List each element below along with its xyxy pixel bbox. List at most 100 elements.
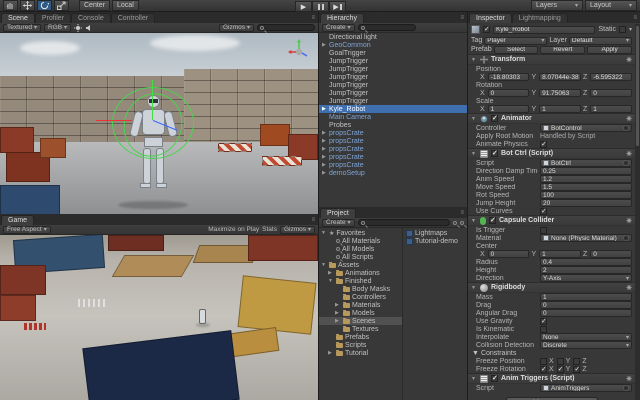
panel-menu-icon[interactable]: ≡: [311, 217, 315, 223]
project-create-dropdown[interactable]: Create ▾: [322, 219, 355, 227]
component-header-bot-ctrl-script-[interactable]: ▼✓Bot Ctrl (Script)✳: [468, 148, 635, 159]
project-file-item[interactable]: Lightmaps: [403, 229, 467, 237]
tab-lightmapping[interactable]: Lightmapping: [512, 13, 568, 23]
project-tree-item[interactable]: ▶Models: [319, 309, 402, 317]
tag-dropdown[interactable]: Player▾: [484, 37, 547, 45]
object-field[interactable]: BotCtrl: [540, 159, 632, 167]
expand-arrow-icon[interactable]: ▶: [322, 170, 328, 176]
value-field[interactable]: 1.5: [540, 183, 632, 191]
property-checkbox[interactable]: [540, 326, 547, 333]
project-tree-item[interactable]: Body Masks: [319, 285, 402, 293]
project-tree-item[interactable]: Prefabs: [319, 333, 402, 341]
gameobject-active-checkbox[interactable]: ✓: [483, 26, 490, 33]
freeze-z-checkbox[interactable]: [573, 358, 580, 365]
foldout-row[interactable]: ▼Constraints: [468, 349, 635, 357]
component-header-rigidbody[interactable]: ▼Rigidbody✳: [468, 282, 635, 293]
expand-arrow-icon[interactable]: ▶: [322, 154, 328, 160]
hierarchy-item[interactable]: ▶propsCrate: [319, 145, 467, 153]
project-tree-item[interactable]: ▼Finished: [319, 277, 402, 285]
scale-tool-button[interactable]: [54, 0, 69, 11]
project-search-input[interactable]: [358, 219, 450, 226]
layout-dropdown[interactable]: Layout ▾: [585, 0, 637, 11]
gear-icon[interactable]: ✳: [626, 115, 632, 123]
pivot-mode-button[interactable]: Center: [79, 0, 110, 11]
freeze-y-checkbox[interactable]: [557, 358, 564, 365]
play-button[interactable]: ▶: [295, 1, 312, 12]
axis-x-red[interactable]: [96, 120, 132, 121]
fold-arrow-icon[interactable]: ▼: [471, 218, 477, 224]
hierarchy-item[interactable]: Directional light: [319, 33, 467, 41]
property-checkbox[interactable]: [540, 227, 547, 234]
object-picker-icon[interactable]: [623, 160, 629, 166]
maximize-on-play-toggle[interactable]: Maximize on Play: [208, 226, 259, 233]
hierarchy-item[interactable]: Main Camera: [319, 113, 467, 121]
project-tree-item[interactable]: ▶Animations: [319, 269, 402, 277]
value-field[interactable]: 0: [540, 301, 632, 309]
center-x-field[interactable]: 0: [488, 250, 530, 258]
scene-audio-toggle-icon[interactable]: [85, 24, 93, 32]
hierarchy-item[interactable]: ▶demoSetup: [319, 169, 467, 177]
hierarchy-item[interactable]: JumpTrigger: [319, 65, 467, 73]
static-checkbox[interactable]: [619, 26, 626, 33]
position-y-field[interactable]: 8.07044e-38: [539, 73, 581, 81]
freeze-x-checkbox[interactable]: ✓: [540, 366, 547, 373]
component-header-transform[interactable]: ▼Transform✳: [468, 54, 635, 65]
scene-gizmos-dropdown[interactable]: Gizmos ▾: [219, 24, 254, 32]
expand-arrow-icon[interactable]: ▶: [322, 42, 328, 48]
project-tree-item[interactable]: Textures: [319, 325, 402, 333]
component-enabled-checkbox[interactable]: ✓: [491, 375, 498, 382]
game-viewport[interactable]: [0, 235, 318, 400]
tab-profiler[interactable]: Profiler: [35, 13, 71, 23]
expand-arrow-icon[interactable]: ▶: [335, 318, 341, 324]
hierarchy-item[interactable]: JumpTrigger: [319, 81, 467, 89]
project-tree-item[interactable]: ▶Tutorial: [319, 349, 402, 357]
position-x-field[interactable]: -18.80303: [488, 73, 530, 81]
value-field[interactable]: 0: [540, 309, 632, 317]
hierarchy-item[interactable]: JumpTrigger: [319, 57, 467, 65]
prefab-revert-button[interactable]: Revert: [540, 46, 585, 54]
layer-dropdown[interactable]: Default▾: [569, 37, 632, 45]
fold-arrow-icon[interactable]: ▼: [471, 376, 477, 382]
project-tree-item[interactable]: Scripts: [319, 341, 402, 349]
fold-arrow-icon[interactable]: ▼: [471, 151, 477, 157]
hand-tool-button[interactable]: [3, 0, 18, 11]
fold-arrow-icon[interactable]: ▼: [471, 116, 477, 122]
scale-y-field[interactable]: 1: [539, 105, 581, 113]
gear-icon[interactable]: ✳: [626, 56, 632, 64]
scene-viewport[interactable]: [0, 33, 318, 214]
value-field[interactable]: 1.2: [540, 175, 632, 183]
expand-arrow-icon[interactable]: ▼: [321, 262, 327, 268]
gear-icon[interactable]: ✳: [626, 284, 632, 292]
position-z-field[interactable]: -6.595322: [590, 73, 632, 81]
scene-lighting-toggle-icon[interactable]: [74, 24, 82, 32]
value-field[interactable]: 2: [540, 266, 632, 274]
game-gizmos-dropdown[interactable]: Gizmos ▾: [280, 226, 315, 234]
project-tree-item[interactable]: ▶Materials: [319, 301, 402, 309]
render-mode-dropdown[interactable]: RGB ▾: [44, 24, 71, 32]
panel-menu-icon[interactable]: ≡: [460, 210, 464, 216]
step-button[interactable]: ▶: [329, 1, 346, 12]
component-enabled-checkbox[interactable]: ✓: [489, 217, 496, 224]
object-field[interactable]: BotControl: [540, 124, 632, 132]
value-field[interactable]: 0.25: [540, 167, 632, 175]
static-dropdown-icon[interactable]: ▾: [629, 26, 632, 33]
project-tree-item[interactable]: ▼Assets: [319, 261, 402, 269]
scale-z-field[interactable]: 1: [590, 105, 632, 113]
tab-game[interactable]: Game: [1, 215, 34, 225]
expand-arrow-icon[interactable]: ▶: [322, 138, 328, 144]
tab-hierarchy[interactable]: Hierarchy: [320, 13, 364, 23]
expand-arrow-icon[interactable]: ▶: [328, 270, 334, 276]
hierarchy-item[interactable]: ▶Kyle_Robot: [319, 105, 467, 113]
inspector-scrollbar[interactable]: [635, 24, 640, 400]
hierarchy-item[interactable]: JumpTrigger: [319, 73, 467, 81]
expand-arrow-icon[interactable]: ▶: [322, 130, 328, 136]
expand-arrow-icon[interactable]: ▶: [322, 146, 328, 152]
project-tree-item[interactable]: All Materials: [319, 237, 402, 245]
rotation-z-field[interactable]: 0: [590, 89, 632, 97]
center-z-field[interactable]: 0: [590, 250, 632, 258]
hierarchy-item[interactable]: JumpTrigger: [319, 89, 467, 97]
hierarchy-item[interactable]: GoalTrigger: [319, 49, 467, 57]
object-picker-icon[interactable]: [623, 125, 629, 131]
project-tree-item[interactable]: ▶Scenes: [319, 317, 402, 325]
expand-arrow-icon[interactable]: ▼: [328, 278, 334, 284]
